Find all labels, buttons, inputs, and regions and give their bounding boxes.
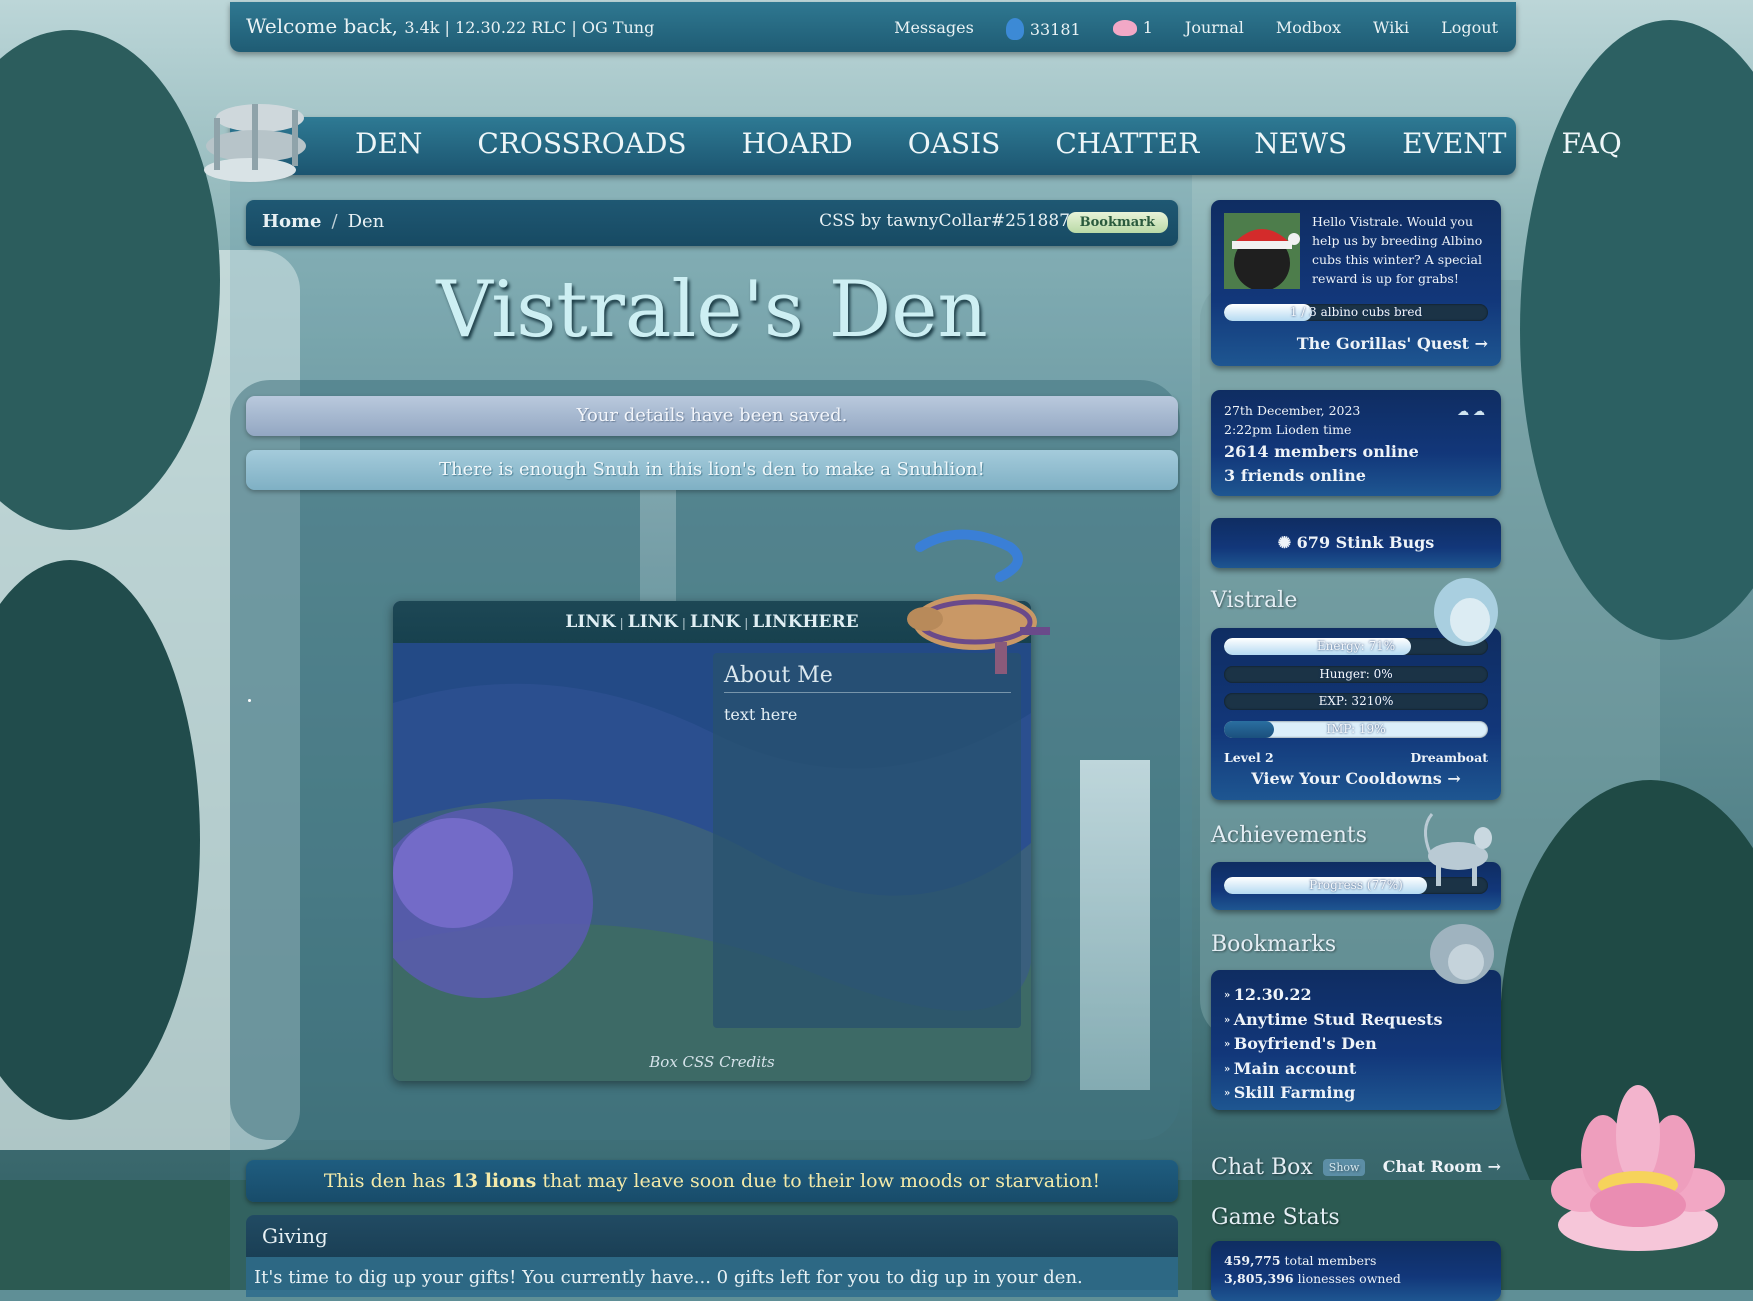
welcome-name[interactable]: 3.4k | 12.30.22 RLC | OG Tung [404, 18, 654, 37]
cooldowns-link[interactable]: View Your Cooldowns → [1211, 769, 1501, 788]
hunger-bar: Hunger: 0% [1224, 666, 1488, 683]
time-card: 27th December, 2023 2:22pm Lioden time 2… [1211, 390, 1501, 496]
saved-notice: Your details have been saved. [246, 396, 1178, 436]
page-title: Vistrale's Den [436, 265, 988, 355]
bookmarks-card: 12.30.22 Anytime Stud Requests Boyfriend… [1211, 970, 1501, 1110]
breadcrumb: Home / Den CSS by tawnyCollar#251887 Bookm… [246, 200, 1178, 246]
about-me-text: text here [724, 705, 798, 724]
modbox-link[interactable]: Modbox [1276, 18, 1341, 40]
journal-link[interactable]: Journal [1185, 18, 1244, 40]
nav-oasis[interactable]: OASIS [908, 127, 1001, 160]
bookmark-item[interactable]: 12.30.22 [1224, 983, 1442, 1008]
lion-count[interactable]: 13 lions [452, 1170, 537, 1192]
about-me-panel: About Me text here [713, 653, 1021, 1028]
giving-heading: Giving [246, 1215, 1178, 1257]
bookmark-item[interactable]: Anytime Stud Requests [1224, 1008, 1443, 1033]
messages-link[interactable]: Messages [894, 18, 974, 40]
bookmark-item[interactable]: Main account [1224, 1057, 1442, 1082]
lion-sketch-icon [1430, 924, 1494, 984]
lion-title: Dreamboat [1410, 750, 1488, 765]
imp-bar: IMP: 19% [1224, 721, 1488, 738]
nav-crossroads[interactable]: CROSSROADS [477, 127, 686, 160]
top-links: Messages 33181 1 Journal Modbox Wiki Log… [894, 18, 1498, 40]
css-credit[interactable]: CSS by tawnyCollar#251887 [819, 211, 1070, 231]
logout-link[interactable]: Logout [1441, 18, 1498, 40]
bookmark-button[interactable]: Bookmark [1066, 212, 1168, 233]
shell-icon [1005, 18, 1024, 40]
stink-bugs-card[interactable]: ✺ 679 Stink Bugs [1211, 518, 1501, 568]
nav-event[interactable]: EVENT [1402, 127, 1506, 160]
game-stats-heading: Game Stats [1211, 1205, 1340, 1230]
box-credits[interactable]: Box CSS Credits [393, 1053, 1031, 1071]
lizard-decoration [907, 529, 1050, 674]
lion-level: Level 2 [1224, 750, 1274, 765]
stat-row: 3,805,396 lionesses owned [1224, 1271, 1401, 1286]
chat-show-button[interactable]: Show [1322, 1159, 1366, 1176]
shells-link[interactable]: 33181 [1005, 18, 1081, 40]
lioness-icon [1424, 813, 1492, 886]
den-link-3[interactable]: LINK [690, 612, 740, 632]
lion-head-icon [1434, 578, 1498, 646]
den-link-4[interactable]: LINKHERE [752, 612, 858, 632]
lioden-date: 27th December, 2023 [1224, 403, 1361, 418]
breadcrumb-current: Den [347, 211, 385, 232]
quest-progress-label: 1 / 3 albino cubs bred [1289, 305, 1423, 319]
weather-icon: ☁ [1457, 404, 1470, 418]
bookmark-item[interactable]: Boyfriend's Den [1224, 1032, 1442, 1057]
lotus-icon [1112, 20, 1137, 36]
wiki-link[interactable]: Wiki [1373, 18, 1409, 40]
gorillas-quest-link[interactable]: The Gorillas' Quest → [1297, 334, 1488, 353]
lotus-link[interactable]: 1 [1112, 18, 1153, 40]
cloud-icon: ☁ [1473, 404, 1485, 418]
nav-news[interactable]: NEWS [1254, 127, 1347, 160]
game-stats-card: 459,775 total members 3,805,396 lionesse… [1211, 1241, 1501, 1301]
giving-text: It's time to dig up your gifts! You curr… [246, 1257, 1178, 1297]
stat-row: 459,775 total members [1224, 1253, 1377, 1268]
main-nav: DEN CROSSROADS HOARD OASIS CHATTER NEWS … [230, 117, 1622, 175]
friends-online[interactable]: 3 friends online [1224, 464, 1419, 488]
bug-icon: ✺ [1277, 533, 1292, 552]
members-online[interactable]: 2614 members online [1224, 440, 1419, 464]
imp-label: IMP: 19% [1326, 722, 1386, 736]
den-link-1[interactable]: LINK [565, 612, 615, 632]
low-mood-warning: This den has 13 lions that may leave soo… [246, 1160, 1178, 1202]
chat-room-link[interactable]: Chat Room → [1383, 1157, 1501, 1176]
stray-dot [248, 699, 251, 702]
lion-stats-card: Energy: 71% Hunger: 0% EXP: 3210% IMP: 1… [1211, 628, 1501, 800]
den-link-2[interactable]: LINK [628, 612, 678, 632]
bookmark-item[interactable]: Skill Farming [1224, 1081, 1442, 1106]
breadcrumb-home[interactable]: Home [262, 211, 322, 232]
achievements-heading[interactable]: Achievements [1211, 823, 1367, 848]
nav-faq[interactable]: FAQ [1561, 127, 1621, 160]
nav-den[interactable]: DEN [355, 127, 422, 160]
lioden-time: 2:22pm Lioden time [1224, 422, 1352, 437]
nav-chatter[interactable]: CHATTER [1055, 127, 1199, 160]
quest-progress-bar: 1 / 3 albino cubs bred [1224, 304, 1488, 321]
lion-name-heading[interactable]: Vistrale [1211, 588, 1297, 613]
hunger-label: Hunger: 0% [1319, 667, 1393, 681]
quest-message: Hello Vistrale. Would you help us by bre… [1312, 214, 1483, 286]
exp-bar: EXP: 3210% [1224, 693, 1488, 710]
breadcrumb-separator: / [331, 211, 338, 232]
quest-card: Hello Vistrale. Would you help us by bre… [1211, 200, 1501, 366]
nav-hoard[interactable]: HOARD [742, 127, 853, 160]
snuh-notice: There is enough Snuh in this lion's den … [246, 450, 1178, 490]
exp-label: EXP: 3210% [1318, 694, 1394, 708]
site-logo[interactable] [200, 88, 312, 184]
welcome-text: Welcome back, 3.4k | 12.30.22 RLC | OG T… [246, 14, 655, 38]
bookmarks-heading: Bookmarks [1211, 932, 1337, 957]
lotus-decoration [1551, 1085, 1725, 1251]
chat-box-heading: Chat Box Show [1211, 1155, 1366, 1180]
top-bar: Welcome back, 3.4k | 12.30.22 RLC | OG T… [230, 2, 1516, 52]
gorilla-avatar [1224, 213, 1300, 289]
